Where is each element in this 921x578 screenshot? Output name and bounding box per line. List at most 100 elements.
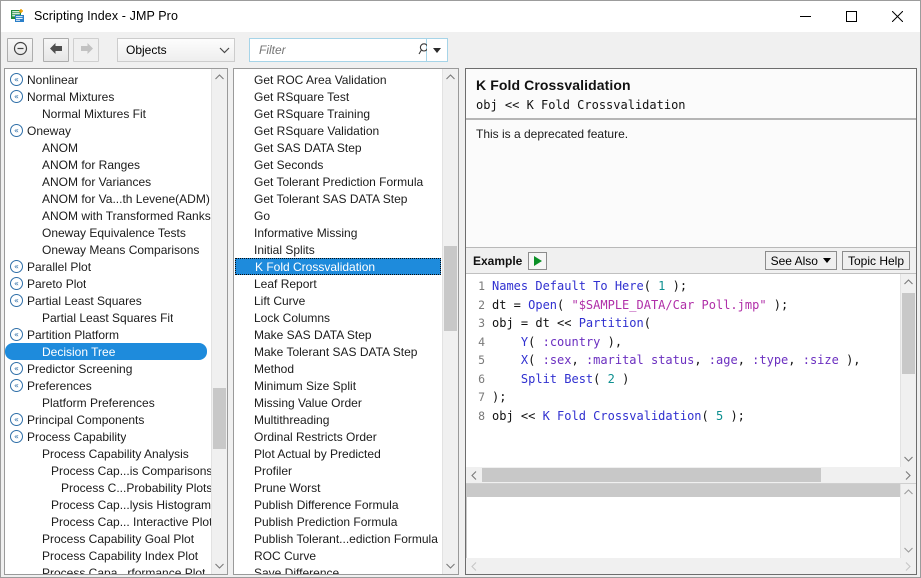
scroll-up-icon[interactable] <box>443 69 458 85</box>
results-vertical-scrollbar[interactable] <box>900 484 916 558</box>
tree-item[interactable]: Oneway Means Comparisons <box>5 241 211 258</box>
tree-item[interactable]: «Preferences <box>5 377 211 394</box>
tree-item[interactable]: «Normal Mixtures <box>5 88 211 105</box>
message-item[interactable]: Make Tolerant SAS DATA Step <box>234 343 442 360</box>
code-vertical-scrollbar[interactable] <box>900 274 916 467</box>
message-item[interactable]: Minimum Size Split <box>234 377 442 394</box>
chevrons-left-icon[interactable]: « <box>10 328 23 341</box>
message-item[interactable]: Lift Curve <box>234 292 442 309</box>
message-item[interactable]: Make SAS DATA Step <box>234 326 442 343</box>
tree-item[interactable]: Oneway Equivalence Tests <box>5 224 211 241</box>
object-tree-scrollbar[interactable] <box>211 69 227 574</box>
scroll-track[interactable] <box>901 500 916 542</box>
tree-item[interactable]: Process Capability Analysis <box>5 445 211 462</box>
message-item[interactable]: Lock Columns <box>234 309 442 326</box>
tree-item[interactable]: «Predictor Screening <box>5 360 211 377</box>
chevrons-left-icon[interactable]: « <box>10 362 23 375</box>
scroll-down-icon[interactable] <box>212 558 227 574</box>
collapse-all-button[interactable] <box>7 38 33 62</box>
tree-item[interactable]: ANOM for Variances <box>5 173 211 190</box>
search-input-wrapper[interactable] <box>249 38 427 62</box>
search-input[interactable] <box>257 42 418 58</box>
forward-button[interactable] <box>73 38 99 62</box>
message-item[interactable]: Method <box>234 360 442 377</box>
message-list[interactable]: Get ROC Area ValidationGet RSquare TestG… <box>234 69 442 574</box>
scroll-up-icon[interactable] <box>901 274 916 290</box>
tree-item[interactable]: Platform Preferences <box>5 394 211 411</box>
scroll-track[interactable] <box>901 290 916 451</box>
scroll-down-icon[interactable] <box>901 451 916 467</box>
tree-item[interactable]: Process Cap... Interactive Plot <box>5 513 211 530</box>
chevrons-left-icon[interactable]: « <box>10 73 23 86</box>
chevrons-left-icon[interactable]: « <box>10 294 23 307</box>
chevrons-left-icon[interactable]: « <box>10 260 23 273</box>
scroll-right-icon[interactable] <box>900 558 916 574</box>
message-item[interactable]: Get SAS DATA Step <box>234 139 442 156</box>
message-item[interactable]: K Fold Crossvalidation <box>235 258 441 275</box>
back-button[interactable] <box>43 38 69 62</box>
tree-item[interactable]: Process Capability Index Plot <box>5 547 211 564</box>
close-button[interactable] <box>874 1 920 32</box>
tree-item[interactable]: Decision Tree <box>5 343 207 360</box>
maximize-button[interactable] <box>828 1 874 32</box>
category-select[interactable]: Objects <box>117 38 235 62</box>
message-item[interactable]: Initial Splits <box>234 241 442 258</box>
scroll-left-icon[interactable] <box>466 467 482 483</box>
tree-item[interactable]: «Pareto Plot <box>5 275 211 292</box>
scroll-track[interactable] <box>482 558 900 574</box>
results-horizontal-scrollbar[interactable] <box>466 558 916 574</box>
tree-item[interactable]: Normal Mixtures Fit <box>5 105 211 122</box>
tree-item[interactable]: «Process Capability <box>5 428 211 445</box>
chevrons-left-icon[interactable]: « <box>10 90 23 103</box>
message-item[interactable]: Publish Difference Formula <box>234 496 442 513</box>
chevrons-left-icon[interactable]: « <box>10 413 23 426</box>
message-item[interactable]: Get Tolerant SAS DATA Step <box>234 190 442 207</box>
message-item[interactable]: Get Tolerant Prediction Formula <box>234 173 442 190</box>
message-item[interactable]: Go <box>234 207 442 224</box>
tree-item[interactable]: Process Cap...lysis Histogram <box>5 496 211 513</box>
scroll-track[interactable] <box>443 85 458 558</box>
scroll-track[interactable] <box>212 85 227 558</box>
filter-dropdown-button[interactable] <box>427 38 448 62</box>
message-item[interactable]: Get RSquare Test <box>234 88 442 105</box>
tree-item[interactable]: ANOM with Transformed Ranks <box>5 207 211 224</box>
see-also-button[interactable]: See Also <box>765 251 837 270</box>
message-item[interactable]: Missing Value Order <box>234 394 442 411</box>
message-item[interactable]: Ordinal Restricts Order <box>234 428 442 445</box>
scroll-up-icon[interactable] <box>212 69 227 85</box>
message-item[interactable]: Multithreading <box>234 411 442 428</box>
code-editor[interactable]: 1Names Default To Here( 1 );2dt = Open( … <box>466 274 900 467</box>
message-item[interactable]: ROC Curve <box>234 547 442 564</box>
message-item[interactable]: Prune Worst <box>234 479 442 496</box>
message-item[interactable]: Publish Tolerant...ediction Formula <box>234 530 442 547</box>
scroll-down-icon[interactable] <box>443 558 458 574</box>
tree-item[interactable]: ANOM <box>5 139 211 156</box>
tree-item[interactable]: Process C...Probability Plots <box>5 479 211 496</box>
chevrons-left-icon[interactable]: « <box>10 379 23 392</box>
scroll-thumb[interactable] <box>482 468 821 482</box>
tree-item[interactable]: Process Capability Goal Plot <box>5 530 211 547</box>
tree-item[interactable]: «Nonlinear <box>5 71 211 88</box>
minimize-button[interactable] <box>782 1 828 32</box>
topic-help-button[interactable]: Topic Help <box>842 251 910 270</box>
message-item[interactable]: Informative Missing <box>234 224 442 241</box>
tree-item[interactable]: «Parallel Plot <box>5 258 211 275</box>
scroll-left-icon[interactable] <box>466 558 482 574</box>
tree-item[interactable]: «Partial Least Squares <box>5 292 211 309</box>
message-list-scrollbar[interactable] <box>442 69 458 574</box>
message-item[interactable]: Save Difference <box>234 564 442 574</box>
tree-item[interactable]: Partial Least Squares Fit <box>5 309 211 326</box>
tree-item[interactable]: Process Cap...is Comparisons <box>5 462 211 479</box>
scroll-track[interactable] <box>482 467 900 483</box>
chevrons-left-icon[interactable]: « <box>10 124 23 137</box>
code-horizontal-scrollbar[interactable] <box>466 467 916 483</box>
run-script-button[interactable] <box>528 252 547 270</box>
message-item[interactable]: Profiler <box>234 462 442 479</box>
results-table[interactable] <box>466 484 900 558</box>
message-item[interactable]: Publish Prediction Formula <box>234 513 442 530</box>
results-table-body[interactable] <box>467 497 900 558</box>
message-item[interactable]: Leaf Report <box>234 275 442 292</box>
message-item[interactable]: Get Seconds <box>234 156 442 173</box>
scroll-thumb[interactable] <box>213 388 226 449</box>
scroll-up-icon[interactable] <box>901 484 916 500</box>
